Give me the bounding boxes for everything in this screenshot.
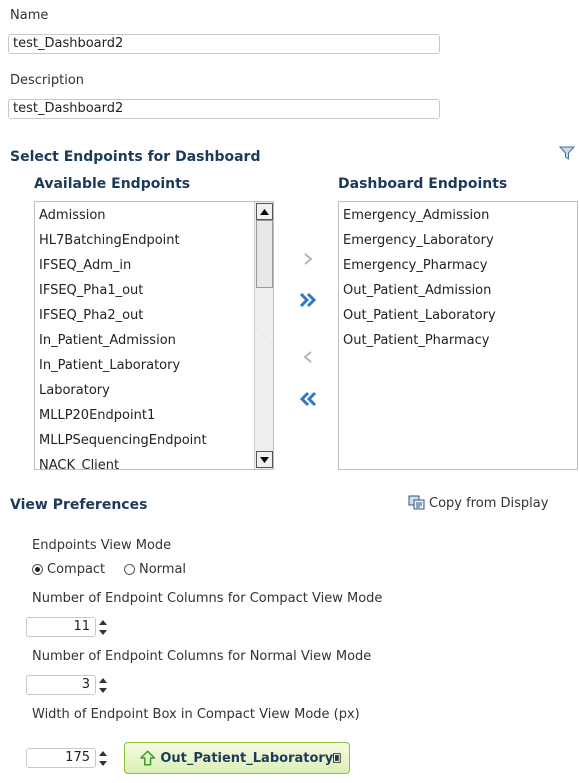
description-label: Description [10, 73, 85, 88]
remove-button[interactable] [298, 347, 318, 367]
normal-radio-label: Normal [139, 562, 187, 577]
move-all-button[interactable] [298, 290, 318, 310]
increment-button[interactable] [98, 676, 108, 684]
dashboard-endpoints-list[interactable]: Emergency_Admission Emergency_Laboratory… [338, 201, 578, 470]
description-field[interactable]: test_Dashboard2 [8, 99, 440, 119]
double-chevron-right-icon [299, 292, 317, 308]
list-item[interactable]: Emergency_Laboratory [339, 228, 577, 253]
double-chevron-left-icon [299, 391, 317, 407]
available-list-scrollbar[interactable] [254, 202, 273, 469]
list-item[interactable]: MLLP20Endpoint1 [35, 403, 273, 428]
remove-all-button[interactable] [298, 389, 318, 409]
copy-from-display-link[interactable]: Copy from Display [408, 494, 548, 512]
arrow-up-icon [140, 750, 156, 766]
name-field[interactable]: test_Dashboard2 [8, 34, 440, 54]
compact-radio[interactable]: Compact [32, 562, 105, 577]
filter-icon[interactable] [558, 144, 576, 162]
list-item[interactable]: IFSEQ_Pha2_out [35, 303, 273, 328]
decrement-button[interactable] [98, 759, 108, 767]
triangle-up-icon [99, 750, 107, 756]
compact-columns-stepper[interactable]: 11 [26, 616, 108, 638]
select-endpoints-title: Select Endpoints for Dashboard [10, 149, 261, 165]
list-item[interactable]: NACK_Client [35, 453, 273, 469]
box-width-stepper[interactable]: 175 [26, 747, 108, 769]
move-button[interactable] [298, 249, 318, 269]
list-item[interactable]: HL7BatchingEndpoint [35, 228, 273, 253]
list-item[interactable]: Laboratory [35, 378, 273, 403]
list-item[interactable]: MLLPSequencingEndpoint [35, 428, 273, 453]
list-item[interactable]: Out_Patient_Laboratory [339, 303, 577, 328]
endpoint-preview-name: Out_Patient_Laboratory [160, 750, 334, 766]
list-item[interactable]: IFSEQ_Pha1_out [35, 278, 273, 303]
triangle-down-icon [99, 760, 107, 766]
view-preferences-title: View Preferences [10, 497, 148, 513]
list-item[interactable]: In_Patient_Laboratory [35, 353, 273, 378]
view-mode-label: Endpoints View Mode [32, 538, 172, 553]
list-item[interactable]: Emergency_Admission [339, 203, 577, 228]
triangle-down-icon [99, 687, 107, 693]
decrement-button[interactable] [98, 628, 108, 636]
normal-columns-input[interactable]: 3 [26, 675, 96, 695]
copy-icon [408, 495, 425, 510]
triangle-down-icon [260, 456, 269, 463]
list-item[interactable]: Emergency_Pharmacy [339, 253, 577, 278]
compact-columns-label: Number of Endpoint Columns for Compact V… [32, 591, 383, 606]
available-endpoints-list[interactable]: Admission HL7BatchingEndpoint IFSEQ_Adm_… [34, 201, 274, 470]
endpoint-preview-box: Out_Patient_Laboratory [124, 742, 350, 774]
compact-columns-input[interactable]: 11 [26, 617, 96, 637]
list-item[interactable]: Out_Patient_Admission [339, 278, 577, 303]
increment-button[interactable] [98, 618, 108, 626]
endpoint-status-icon [333, 753, 341, 763]
available-endpoints-title: Available Endpoints [34, 176, 191, 192]
triangle-up-icon [99, 677, 107, 683]
triangle-up-icon [260, 208, 269, 215]
compact-radio-label: Compact [47, 562, 106, 577]
scroll-up-button[interactable] [256, 203, 273, 220]
chevron-right-icon [304, 253, 313, 265]
copy-from-display-label: Copy from Display [429, 495, 549, 511]
name-label: Name [10, 8, 49, 23]
scroll-down-button[interactable] [256, 451, 273, 468]
triangle-down-icon [99, 629, 107, 635]
scroll-thumb[interactable] [256, 220, 273, 288]
decrement-button[interactable] [98, 686, 108, 694]
dashboard-endpoints-title: Dashboard Endpoints [338, 176, 508, 192]
radio-checked-icon[interactable] [32, 564, 43, 575]
list-item[interactable]: Out_Patient_Pharmacy [339, 328, 577, 353]
normal-columns-label: Number of Endpoint Columns for Normal Vi… [32, 649, 372, 664]
normal-columns-stepper[interactable]: 3 [26, 674, 108, 696]
list-item[interactable]: In_Patient_Admission [35, 328, 273, 353]
normal-radio[interactable]: Normal [124, 562, 186, 577]
radio-unchecked-icon[interactable] [124, 564, 135, 575]
box-width-input[interactable]: 175 [26, 748, 96, 768]
box-width-label: Width of Endpoint Box in Compact View Mo… [32, 707, 360, 722]
list-item[interactable]: IFSEQ_Adm_in [35, 253, 273, 278]
increment-button[interactable] [98, 749, 108, 757]
triangle-up-icon [99, 619, 107, 625]
list-item[interactable]: Admission [35, 203, 273, 228]
chevron-left-icon [303, 351, 312, 363]
